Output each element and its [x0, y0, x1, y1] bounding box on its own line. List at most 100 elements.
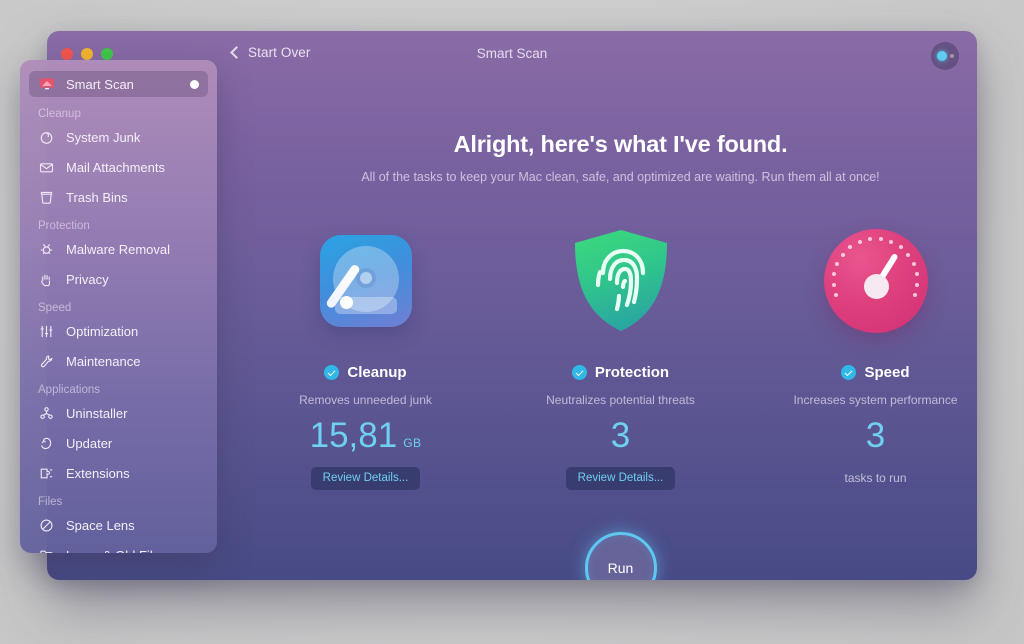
sidebar-item-space-lens[interactable]: Space Lens: [29, 513, 208, 537]
gauge-tick-icon: [840, 252, 845, 257]
page-title: Alright, here's what I've found.: [453, 131, 788, 157]
card-protection: Protection Neutralizes potential threats…: [533, 227, 708, 490]
sidebar-item-privacy[interactable]: Privacy: [29, 267, 208, 291]
folder-icon: [38, 547, 55, 553]
sidebar-group-files: Files: [38, 496, 63, 508]
sidebar-item-trash-bins[interactable]: Trash Bins: [29, 185, 208, 209]
gauge-tick-icon: [914, 272, 919, 277]
monitor-icon: [38, 76, 55, 93]
run-button[interactable]: Run: [584, 532, 657, 580]
window-title: Smart Scan: [476, 46, 548, 61]
card-cleanup-number: 15,81: [309, 416, 398, 455]
gauge-tick-icon: [848, 245, 853, 250]
card-speed-note: tasks to run: [844, 471, 907, 485]
card-speed: Speed Increases system performance 3 tas…: [788, 227, 963, 485]
account-button[interactable]: [931, 42, 959, 70]
updater-icon: [38, 435, 55, 452]
main-content: Alright, here's what I've found. All of …: [264, 77, 977, 580]
card-speed-heading: Speed: [841, 364, 910, 381]
sidebar-item-label: Extensions: [66, 465, 130, 481]
sidebar-item-label: Malware Removal: [66, 241, 171, 257]
sliders-icon: [38, 323, 55, 340]
extensions-icon: [38, 465, 55, 482]
shield-fingerprint-icon: [573, 227, 669, 335]
sidebar-item-label: Trash Bins: [66, 189, 128, 205]
sidebar-item-label: Updater: [66, 435, 113, 451]
sidebar: Smart Scan Cleanup System Junk Mail Atta…: [20, 60, 217, 553]
cleanup-review-details-button[interactable]: Review Details...: [310, 467, 421, 490]
check-badge-icon: [571, 365, 587, 380]
sidebar-item-system-junk[interactable]: System Junk: [29, 125, 208, 149]
sidebar-item-label: Space Lens: [66, 517, 135, 533]
speedometer-icon: [823, 227, 928, 335]
sidebar-item-maintenance[interactable]: Maintenance: [29, 349, 208, 373]
run-button-area: Run: [264, 532, 977, 580]
card-cleanup-value: 15,81 GB: [310, 418, 422, 453]
card-cleanup-title: Cleanup: [347, 364, 407, 381]
sidebar-item-large-and-old-files[interactable]: Large & Old Files: [29, 543, 208, 553]
sidebar-item-label: Privacy: [66, 271, 109, 287]
scan-status-indicator-icon: [190, 79, 199, 89]
wrench-icon: [38, 353, 55, 370]
sidebar-item-label: Optimization: [66, 323, 139, 339]
trash-icon: [38, 189, 55, 206]
sidebar-item-malware-removal[interactable]: Malware Removal: [29, 237, 208, 261]
sidebar-group-cleanup: Cleanup: [38, 108, 81, 120]
gauge-tick-icon: [878, 237, 883, 242]
lens-icon: [38, 517, 55, 534]
malware-icon: [38, 241, 55, 258]
card-cleanup: Cleanup Removes unneeded junk 15,81 GB R…: [278, 227, 453, 490]
sidebar-group-applications: Applications: [38, 384, 101, 396]
junk-icon: [38, 129, 55, 146]
card-protection-number: 3: [610, 416, 631, 455]
sidebar-item-label: Mail Attachments: [66, 159, 165, 175]
card-protection-title: Protection: [594, 364, 670, 381]
gauge-tick-icon: [857, 240, 862, 245]
gauge-tick-icon: [912, 293, 917, 298]
gauge-tick-icon: [868, 237, 873, 242]
check-badge-icon: [841, 365, 857, 380]
gauge-tick-icon: [915, 282, 920, 287]
sidebar-group-protection: Protection: [38, 220, 90, 232]
hard-drive-icon: [319, 227, 412, 335]
card-cleanup-description: Removes unneeded junk: [299, 393, 432, 407]
check-badge-icon: [324, 365, 340, 380]
protection-review-details-button[interactable]: Review Details...: [565, 467, 676, 490]
gauge-tick-icon: [835, 261, 840, 266]
gauge-tick-icon: [834, 293, 839, 298]
sidebar-item-label: Large & Old Files: [66, 548, 199, 554]
account-indicator-icon: [936, 51, 947, 61]
sidebar-item-label: Maintenance: [66, 353, 141, 369]
card-speed-title: Speed: [864, 364, 910, 381]
card-speed-value: 3: [866, 418, 885, 453]
sidebar-item-label: System Junk: [66, 129, 141, 145]
card-protection-heading: Protection: [571, 364, 670, 381]
sidebar-item-mail-attachments[interactable]: Mail Attachments: [29, 155, 208, 179]
account-secondary-dot-icon: [949, 54, 954, 58]
gauge-tick-icon: [831, 282, 836, 287]
card-speed-description: Increases system performance: [793, 393, 958, 407]
gauge-tick-icon: [911, 261, 916, 266]
sidebar-item-label: Smart Scan: [66, 76, 134, 92]
card-protection-value: 3: [611, 418, 630, 453]
sidebar-item-optimization[interactable]: Optimization: [29, 319, 208, 343]
gauge-tick-icon: [832, 272, 837, 277]
sidebar-item-updater[interactable]: Updater: [29, 431, 208, 455]
gauge-tick-icon: [889, 240, 894, 245]
uninstaller-icon: [38, 405, 55, 422]
gauge-tick-icon: [898, 245, 903, 250]
gauge-tick-icon: [906, 252, 911, 257]
sidebar-item-smart-scan[interactable]: Smart Scan: [29, 71, 208, 97]
sidebar-item-uninstaller[interactable]: Uninstaller: [29, 401, 208, 425]
page-subtitle: All of the tasks to keep your Mac clean,…: [361, 170, 880, 184]
card-protection-description: Neutralizes potential threats: [546, 393, 695, 407]
card-cleanup-unit: GB: [403, 436, 422, 450]
sidebar-item-label: Uninstaller: [66, 405, 128, 421]
card-cleanup-heading: Cleanup: [324, 364, 407, 381]
results-cards: Cleanup Removes unneeded junk 15,81 GB R…: [264, 227, 977, 490]
hand-icon: [38, 271, 55, 288]
mail-icon: [38, 159, 55, 176]
sidebar-group-speed: Speed: [38, 302, 72, 314]
card-speed-number: 3: [865, 416, 886, 455]
sidebar-item-extensions[interactable]: Extensions: [29, 461, 208, 485]
